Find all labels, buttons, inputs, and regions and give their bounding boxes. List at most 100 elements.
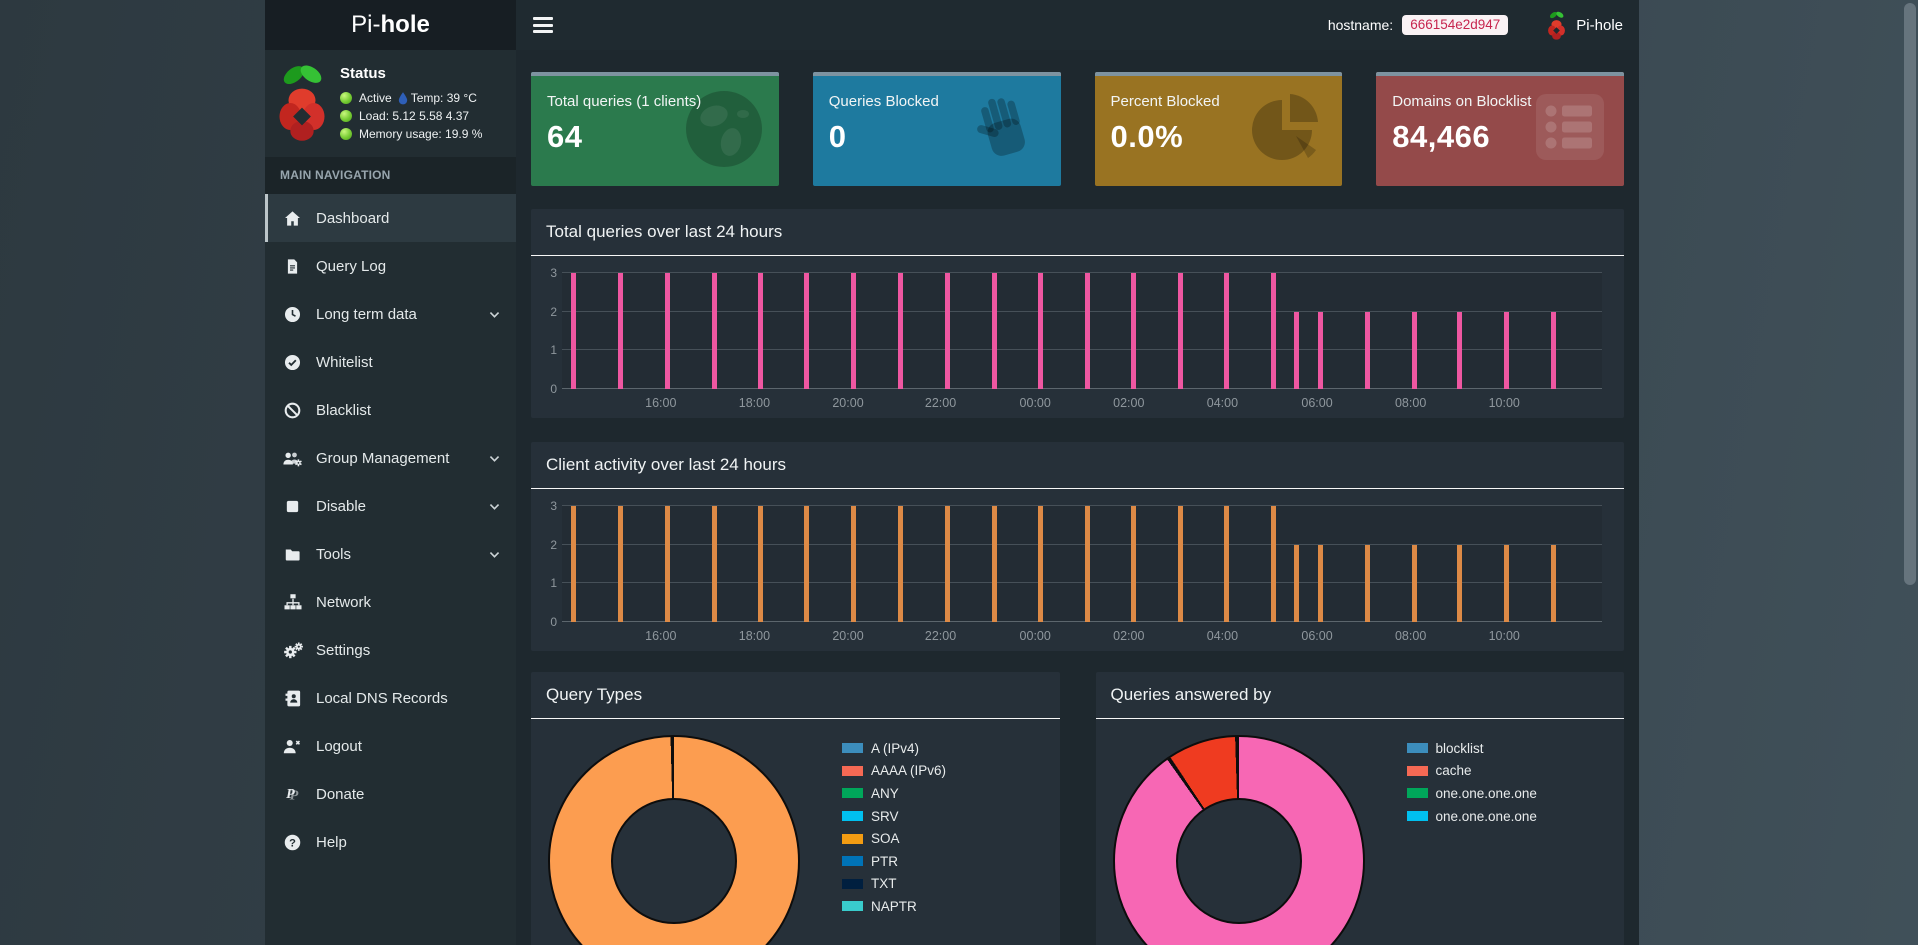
app-logo[interactable]: Pi-hole [265,0,516,50]
sidebar-item-long-term-data[interactable]: Long term data [265,290,516,338]
panel-title: Total queries over last 24 hours [531,209,1624,256]
chart-bar [944,506,950,622]
sidebar-item-help[interactable]: ? Help [265,818,516,866]
y-axis-labels: 0123 [550,499,557,629]
legend-item[interactable]: SOA [842,827,946,850]
card-title: Queries Blocked [828,93,939,110]
legend-swatch [842,856,863,867]
status-led-icon [340,92,352,104]
chart-bar [1177,273,1183,389]
sidebar-item-blacklist[interactable]: Blacklist [265,386,516,434]
brand-group: Pi-hole [1546,10,1623,41]
legend-label: cache [1435,763,1472,779]
legend-item[interactable]: blocklist [1406,737,1537,760]
chart-bar [757,506,763,622]
legend-swatch [1406,788,1428,799]
legend-swatch [1406,743,1428,754]
sidebar-item-settings[interactable]: Settings [265,626,516,674]
sidebar-item-label: Dashboard [316,209,390,227]
pihole-raspberry-logo [279,65,325,141]
stop-icon [282,496,303,517]
legend-item[interactable]: cache [1406,760,1537,783]
sidebar: Status Active Temp: 39 °C Load: 5.12 5.5… [265,50,516,945]
legend-item[interactable]: PTR [842,850,946,873]
chart-bar [897,506,903,622]
legend-swatch [842,743,863,754]
chart-bar [1457,544,1463,622]
chart-bar [571,273,577,389]
sidebar-item-donate[interactable]: P P Donate [265,770,516,818]
card-title: Total queries (1 clients) [547,93,702,110]
logo-text: Pi-hole [351,11,430,38]
svg-text:P: P [286,786,295,802]
legend-item[interactable]: one.one.one.one [1406,782,1537,805]
status-row-memory: Memory usage: 19.9 % [340,127,482,141]
sidebar-item-group-management[interactable]: Group Management [265,434,516,482]
chart-bar [1551,311,1557,389]
user-x-icon [282,736,303,757]
chart-bar [1504,311,1510,389]
sidebar-item-query-log[interactable]: Query Log [265,242,516,290]
chart-bar [711,273,717,389]
sidebar-item-label: Logout [316,737,362,755]
sidebar-item-local-dns-records[interactable]: Local DNS Records [265,674,516,722]
sidebar-item-label: Group Management [316,449,450,467]
sidebar-item-label: Long term data [316,305,417,323]
clock-icon [282,304,303,325]
chart-bar [1364,311,1370,389]
sidebar-item-label: Help [316,833,347,851]
chart-bar [1411,544,1417,622]
paypal-icon: PP [282,784,303,805]
panel-client-activity: Client activity over last 24 hours 0123 … [531,442,1624,651]
sidebar-item-dashboard[interactable]: Dashboard [265,194,516,242]
page-scrollbar[interactable] [1904,3,1916,585]
memory-label: Memory usage: [359,127,442,141]
legend-swatch [842,765,863,776]
legend-item[interactable]: AAAA (IPv6) [842,760,946,783]
legend-label: SOA [871,831,900,847]
sidebar-item-network[interactable]: Network [265,578,516,626]
folder-icon [282,544,303,565]
chart-bar [757,273,763,389]
card-total-queries: Total queries (1 clients) 64 [531,72,779,186]
legend-item[interactable]: TXT [842,873,946,896]
brand-text: Pi-hole [1576,16,1623,34]
sidebar-item-tools[interactable]: Tools [265,530,516,578]
temp-value: 39 °C [446,91,477,105]
panel-query-types: Query Types A (IPv4) AAAA (IPv6) ANY SRV SOA… [531,672,1060,945]
panel-total-queries: Total queries over last 24 hours 0123 16… [531,209,1624,418]
legend-item[interactable]: SRV [842,805,946,828]
status-led-icon [340,128,352,140]
legend-label: TXT [871,876,897,892]
sidebar-toggle-icon[interactable] [533,17,553,33]
chart-bar [1504,544,1510,622]
legend-label: A (IPv4) [871,740,920,756]
sidebar-item-label: Tools [316,545,352,563]
chevron-down-icon [488,548,501,561]
legend-label: PTR [871,853,898,869]
home-icon [282,208,303,229]
query-types-legend: A (IPv4) AAAA (IPv6) ANY SRV SOA PTR TXT NAPTR [842,737,946,945]
chevron-down-icon [488,500,501,513]
sidebar-item-label: Whitelist [316,353,373,371]
chart-bar [804,273,810,389]
legend-item[interactable]: NAPTR [842,895,946,918]
chart-bar [711,506,717,622]
chart-bar [1294,311,1300,389]
card-value: 0 [828,119,847,154]
chart-bar [851,506,857,622]
legend-item[interactable]: one.one.one.one [1406,805,1537,828]
chart-bar [944,273,950,389]
sidebar-item-label: Query Log [316,257,387,275]
sidebar-item-logout[interactable]: Logout [265,722,516,770]
question-circle-icon: ? [282,832,303,853]
legend-swatch [842,788,863,799]
query-types-donut-chart [548,735,800,945]
chart-bar [1364,544,1370,622]
sidebar-item-disable[interactable]: Disable [265,482,516,530]
status-led-icon [340,110,352,122]
card-value: 84,466 [1392,119,1491,154]
sidebar-item-whitelist[interactable]: Whitelist [265,338,516,386]
legend-item[interactable]: ANY [842,782,946,805]
legend-item[interactable]: A (IPv4) [842,737,946,760]
